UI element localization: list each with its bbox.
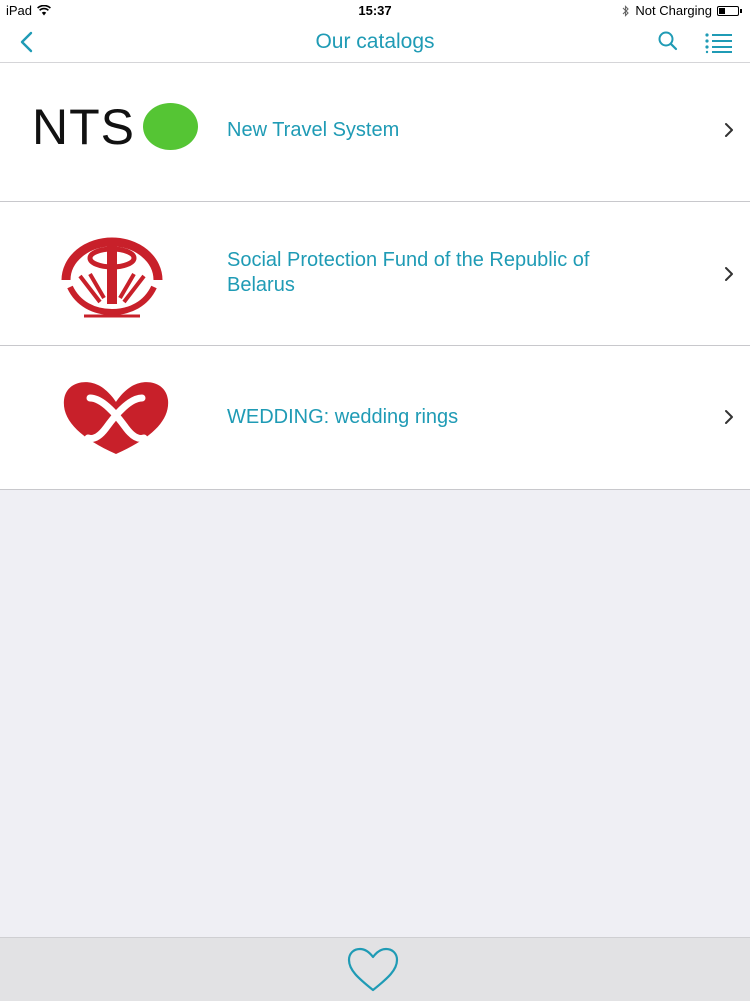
charging-status: Not Charging: [635, 3, 712, 18]
battery-icon: [717, 5, 742, 16]
catalog-title: New Travel System: [227, 119, 400, 141]
catalog-item-social-protection-fund[interactable]: Social Protection Fund of the Republic o…: [0, 202, 750, 346]
status-bar: iPad 15:37 Not Charging: [0, 0, 750, 22]
battery-fill: [719, 7, 725, 14]
tab-bar: [0, 937, 750, 1001]
battery-outline: [717, 5, 739, 16]
page-title: Our catalogs: [315, 30, 435, 53]
chevron-right-icon: [725, 410, 733, 424]
chevron-right-icon: [725, 123, 733, 137]
list-menu-icon[interactable]: [704, 29, 734, 55]
navigation-bar: Our catalogs: [0, 22, 750, 63]
battery-tip: [740, 8, 742, 13]
catalog-list: NTS New Travel System Social Protection …: [0, 63, 750, 490]
chevron-right-icon: [725, 267, 733, 281]
nts-logo: NTS: [30, 101, 200, 153]
status-right: Not Charging: [622, 3, 742, 18]
nts-logo-text: NTS: [32, 99, 135, 155]
nts-logo-dot: [143, 103, 198, 150]
search-icon[interactable]: [655, 29, 681, 55]
heart-icon[interactable]: [346, 946, 400, 994]
catalog-item-wedding-rings[interactable]: WEDDING: wedding rings: [0, 346, 750, 490]
social-protection-fund-logo: [61, 237, 163, 318]
catalog-title: WEDDING: wedding rings: [227, 406, 459, 428]
bluetooth-icon: [623, 4, 630, 17]
catalog-item-nts[interactable]: NTS New Travel System: [0, 63, 750, 202]
wedding-rings-logo: [63, 382, 169, 454]
catalog-title: Social Protection Fund of the Republic o…: [227, 249, 590, 296]
